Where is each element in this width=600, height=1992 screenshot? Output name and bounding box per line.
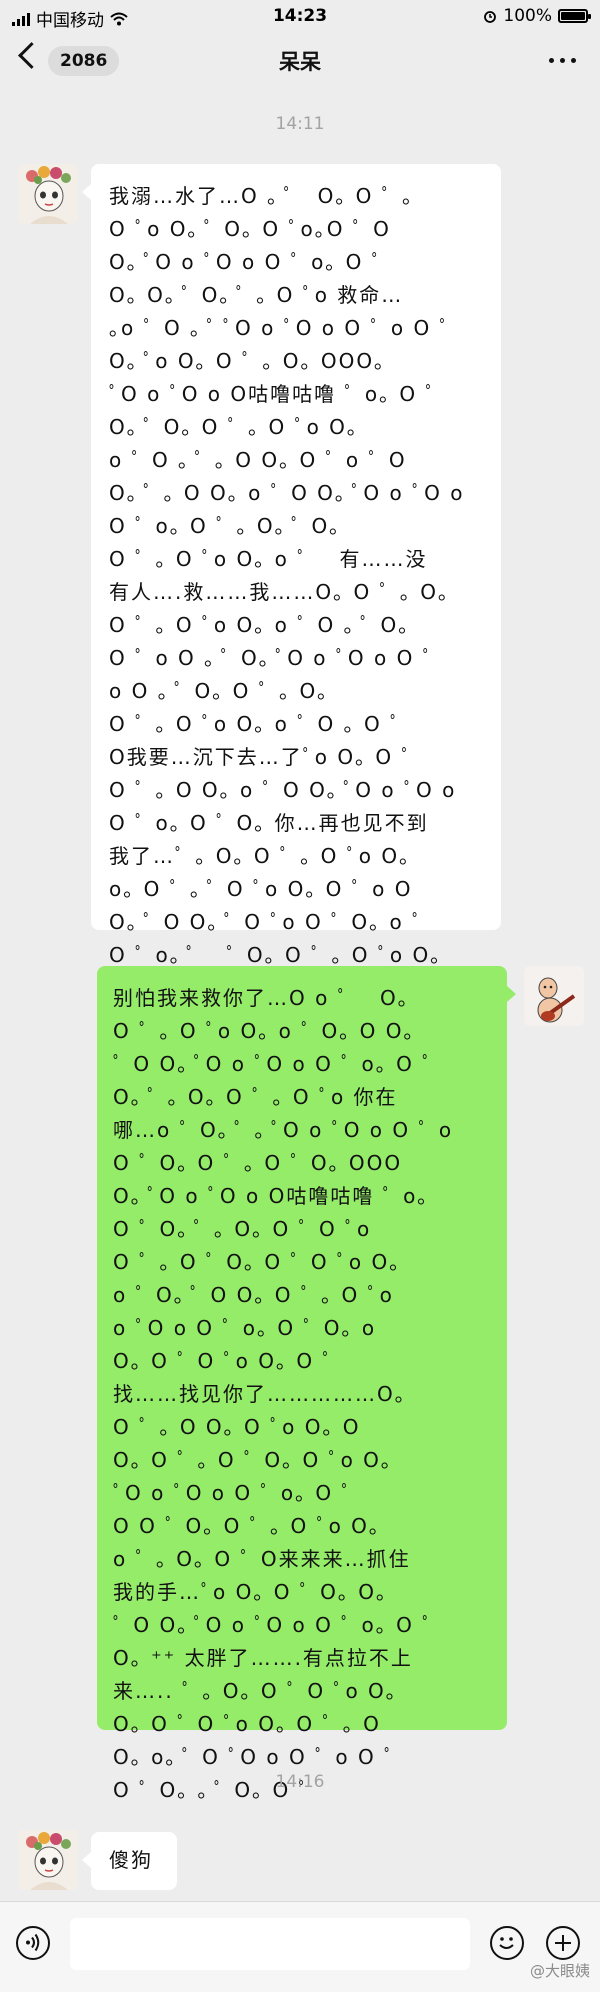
voice-input-icon[interactable] (16, 1926, 50, 1960)
emoji-icon[interactable] (490, 1926, 524, 1960)
girl-avatar-icon (18, 1830, 78, 1890)
battery-percent: 100% (503, 6, 552, 26)
chat-header: 2086 呆呆 (0, 32, 600, 90)
watermark: @大眼姨 (529, 1962, 590, 1980)
chat-title: 呆呆 (279, 50, 321, 74)
alarm-icon (484, 11, 497, 23)
message-bubble-outgoing[interactable]: 别怕我来救你了…O o ﾟ O｡ O ﾟ ｡ O ﾟo O｡ o ﾟ O｡ O … (97, 966, 516, 1802)
more-options-icon[interactable] (549, 58, 576, 63)
add-more-icon[interactable] (546, 1926, 580, 1960)
input-bar (0, 1901, 600, 1992)
battery-icon (558, 9, 591, 23)
girl-avatar-icon (18, 164, 78, 224)
contact-avatar[interactable] (18, 1830, 78, 1890)
message-bubble-incoming[interactable]: 我溺…水了…O ｡ ﾟ O｡ O ﾟ ｡ O ﾟo O｡ ﾟ O｡ O ﾟo｡O… (82, 164, 501, 1000)
timestamp: 14:16 (275, 1772, 325, 1792)
cartoon-guitarist-avatar-icon (524, 966, 584, 1026)
my-avatar[interactable] (524, 966, 584, 1026)
status-bar: 中国移动 14:23 100% (0, 0, 600, 32)
timestamp: 14:11 (275, 114, 325, 134)
message-input[interactable] (70, 1918, 470, 1970)
message-bubble-incoming[interactable]: 傻狗 (82, 1832, 177, 1890)
contact-avatar[interactable] (18, 164, 78, 224)
